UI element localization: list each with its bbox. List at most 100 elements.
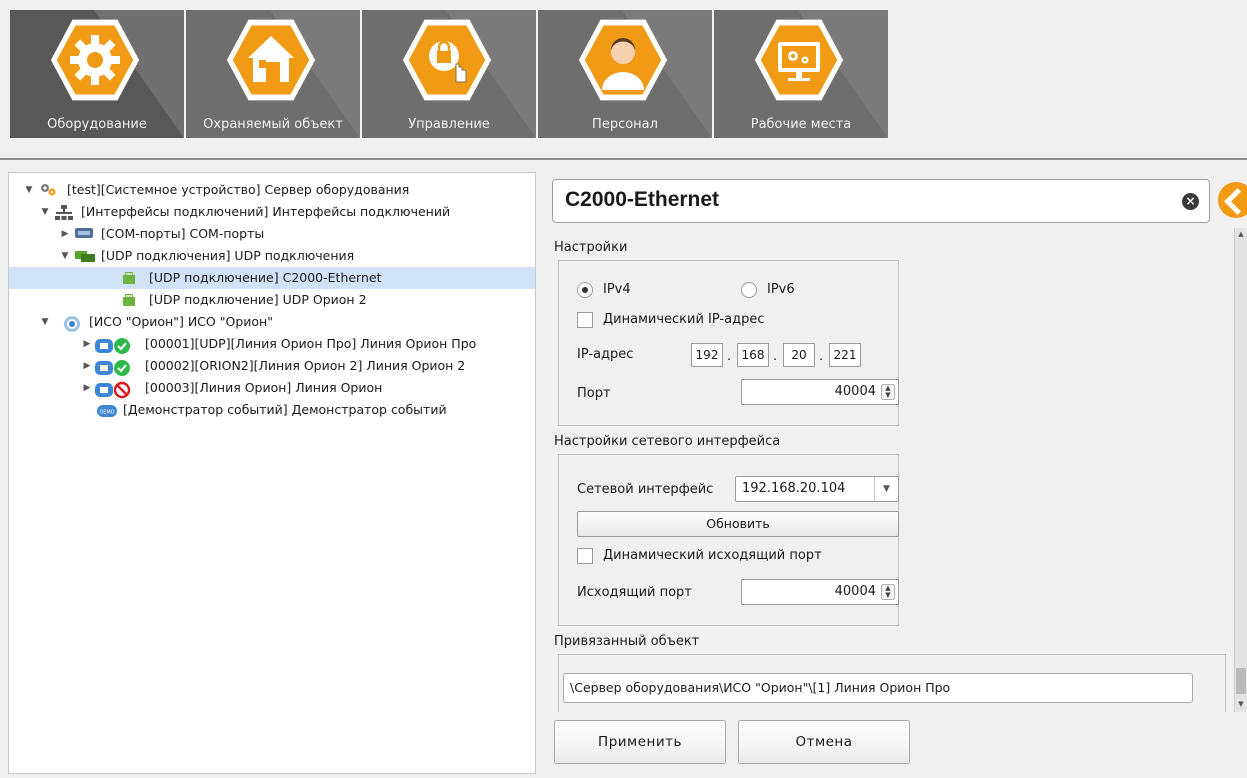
bound-object-group: \Сервер оборудования\ИСО "Орион"\[1] Лин… [558, 654, 1226, 712]
udp-connector-icon [123, 294, 135, 306]
tab-label: Оборудование [47, 117, 147, 132]
toolbar-divider [0, 158, 1247, 160]
ip-octet-4[interactable]: 221 [829, 343, 861, 367]
collapse-arrow-icon[interactable]: ▼ [39, 201, 51, 223]
tree-item-iso-orion[interactable]: ▼ [ИСО "Орион"] ИСО "Орион" [9, 311, 535, 333]
iface-value: 192.168.20.104 [742, 481, 846, 496]
tab-personnel[interactable]: Персонал [538, 10, 712, 138]
device-tree[interactable]: ▼ [test][Системное устройство] Сервер об… [8, 172, 536, 774]
collapse-arrow-icon[interactable]: ▼ [39, 311, 51, 333]
lock-hand-icon [429, 40, 467, 83]
tree-item-label: [UDP подключения] UDP подключения [101, 248, 355, 263]
tree-item-label: [ИСО "Орион"] ИСО "Орион" [89, 314, 273, 329]
out-port-value: 40004 [834, 584, 876, 599]
port-label: Порт [577, 386, 611, 401]
tab-workplaces[interactable]: Рабочие места [714, 10, 888, 138]
dynamic-ip-checkbox[interactable] [577, 312, 593, 328]
tree-item-label: [Демонстратор событий] Демонстратор собы… [123, 402, 447, 417]
tree-item-udp-orion2[interactable]: [UDP подключение] UDP Орион 2 [9, 289, 535, 311]
tree-item-line-orion[interactable]: ▶ [00003][Линия Орион] Линия Орион [9, 377, 535, 399]
tab-label: Управление [408, 117, 490, 132]
tree-item-line-orion2[interactable]: ▶ [00002][ORION2][Линия Орион 2] Линия О… [9, 355, 535, 377]
out-port-label: Исходящий порт [577, 585, 692, 600]
scroll-down-icon[interactable]: ▼ [1235, 700, 1247, 708]
tab-management[interactable]: Управление [362, 10, 536, 138]
tab-label: Рабочие места [750, 117, 852, 132]
ip-octet-1[interactable]: 192 [691, 343, 723, 367]
refresh-button[interactable]: Обновить [577, 511, 899, 537]
ip-address-label: IP-адрес [577, 347, 634, 362]
tree-item-c2000-ethernet[interactable]: [UDP подключение] C2000-Ethernet [9, 267, 535, 289]
back-arrow-icon[interactable] [1218, 182, 1247, 218]
scroll-up-icon[interactable]: ▲ [1235, 230, 1247, 238]
bound-object-field[interactable]: \Сервер оборудования\ИСО "Орион"\[1] Лин… [563, 673, 1193, 703]
demo-icon: DEMO [97, 405, 117, 417]
clear-icon[interactable]: × [1182, 193, 1199, 210]
line-ok-icon [95, 360, 130, 376]
expand-arrow-icon[interactable]: ▶ [81, 377, 93, 399]
iso-orion-icon [64, 316, 80, 332]
port-value: 40004 [834, 384, 876, 399]
person-icon [602, 38, 644, 90]
tree-item-label: [Интерфейсы подключений] Интерфейсы подк… [81, 204, 451, 219]
collapse-arrow-icon[interactable]: ▼ [59, 245, 71, 267]
ipv4-label: IPv4 [603, 282, 631, 297]
expand-arrow-icon[interactable]: ▶ [59, 223, 71, 245]
tab-equipment[interactable]: Оборудование [10, 10, 184, 138]
monitor-gears-icon [778, 42, 820, 81]
house-icon [248, 36, 294, 82]
tree-item-label: [00003][Линия Орион] Линия Орион [145, 380, 383, 395]
ip-address-field: 192 . 168 . 20 . 221 [691, 343, 891, 367]
tree-item-label: [UDP подключение] UDP Орион 2 [149, 292, 367, 307]
tree-item-label: [COM-порты] COM-порты [101, 226, 265, 241]
device-title-field[interactable]: C2000-Ethernet × [552, 179, 1210, 223]
tab-label: Охраняемый объект [203, 117, 343, 132]
expand-arrow-icon[interactable]: ▶ [81, 333, 93, 355]
tree-item-interfaces[interactable]: ▼ [Интерфейсы подключений] Интерфейсы по… [9, 201, 535, 223]
com-port-icon [75, 228, 93, 238]
port-spinbox[interactable]: 40004 ▲ ▼ [741, 379, 899, 405]
ipv6-label: IPv6 [767, 282, 795, 297]
ip-octet-3[interactable]: 20 [783, 343, 815, 367]
iface-combobox[interactable]: 192.168.20.104 ▼ [735, 476, 899, 502]
dynamic-out-port-label: Динамический исходящий порт [603, 548, 822, 563]
tree-item-label: [test][Системное устройство] Сервер обор… [67, 182, 410, 197]
udp-connector-icon [123, 272, 135, 284]
tree-item-label: [00001][UDP][Линия Орион Про] Линия Орио… [145, 336, 477, 351]
ipv4-radio[interactable] [577, 282, 593, 298]
tree-item-line-orion-pro[interactable]: ▶ [00001][UDP][Линия Орион Про] Линия Ор… [9, 333, 535, 355]
net-settings-group: Сетевой интерфейс 192.168.20.104 ▼ Обнов… [558, 454, 899, 626]
tree-item-com-ports[interactable]: ▶ [COM-порты] COM-порты [9, 223, 535, 245]
dynamic-out-port-checkbox[interactable] [577, 548, 593, 564]
ipv6-radio[interactable] [741, 282, 757, 298]
collapse-arrow-icon[interactable]: ▼ [23, 179, 35, 201]
udp-group-icon [75, 251, 95, 262]
device-title: C2000-Ethernet [565, 188, 720, 211]
net-section-label: Настройки сетевого интерфейса [554, 434, 781, 449]
bound-section-label: Привязанный объект [554, 634, 700, 649]
spin-arrows-icon[interactable]: ▲ ▼ [881, 584, 895, 600]
iface-label: Сетевой интерфейс [577, 482, 714, 497]
vertical-scrollbar[interactable]: ▲ ▼ [1234, 228, 1247, 712]
ip-octet-2[interactable]: 168 [737, 343, 769, 367]
tree-item-label: [00002][ORION2][Линия Орион 2] Линия Ори… [145, 358, 466, 373]
settings-scroll-area[interactable]: Настройки IPv4 IPv6 Динамический IP-адре… [542, 228, 1232, 712]
tree-item-udp-group[interactable]: ▼ [UDP подключения] UDP подключения [9, 245, 535, 267]
main-toolbar: Оборудование Охраняемый объект Управлени… [10, 10, 890, 138]
settings-section-label: Настройки [554, 240, 628, 255]
gear-icon [70, 35, 120, 85]
tab-protected-object[interactable]: Охраняемый объект [186, 10, 360, 138]
cancel-button[interactable]: Отмена [738, 720, 910, 764]
scrollbar-thumb[interactable] [1236, 668, 1246, 694]
chevron-down-icon[interactable]: ▼ [874, 477, 898, 501]
out-port-spinbox[interactable]: 40004 ▲ ▼ [741, 579, 899, 605]
spin-arrows-icon[interactable]: ▲ ▼ [881, 384, 895, 400]
demo-badge: DEMO [99, 410, 114, 416]
tree-item-server[interactable]: ▼ [test][Системное устройство] Сервер об… [9, 179, 535, 201]
gears-icon [41, 184, 56, 196]
apply-button[interactable]: Применить [554, 720, 726, 764]
expand-arrow-icon[interactable]: ▶ [81, 355, 93, 377]
tree-item-demo[interactable]: DEMO [Демонстратор событий] Демонстратор… [9, 399, 535, 421]
line-disabled-icon [95, 381, 131, 399]
properties-panel: C2000-Ethernet × Настройки IPv4 IPv6 Дин… [540, 172, 1247, 778]
